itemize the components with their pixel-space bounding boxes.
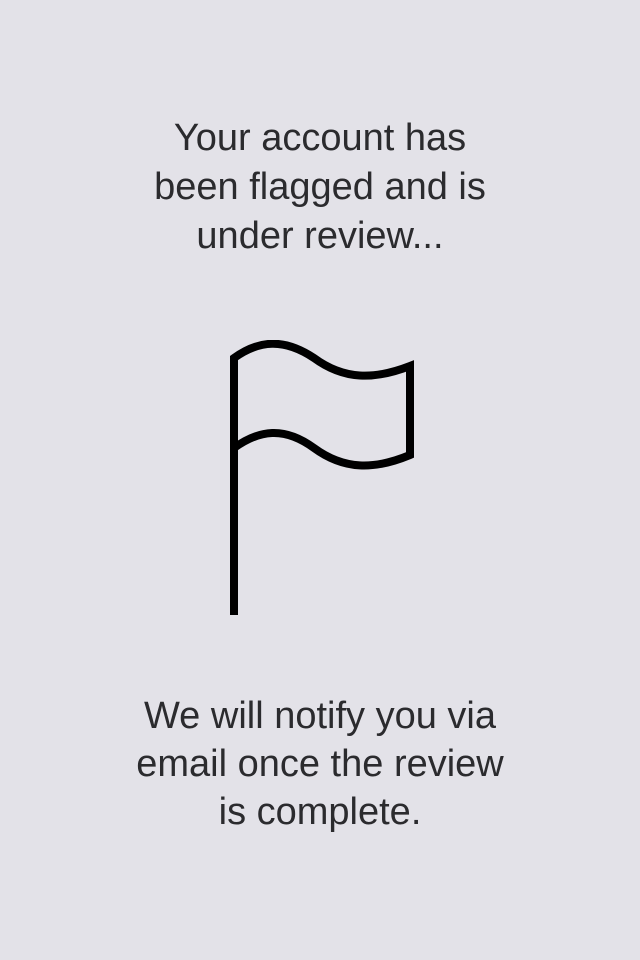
review-heading-line: been flagged and is (154, 166, 486, 208)
notification-message-line: email once the review (136, 743, 504, 785)
review-heading-line: Your account has (173, 117, 467, 159)
notification-message-line: We will notify you via (144, 695, 496, 737)
notification-message: We will notify you via email once the re… (100, 692, 540, 836)
review-heading: Your account has been flagged and is und… (120, 114, 520, 261)
notification-message-line: is complete. (218, 791, 422, 833)
review-heading-line: under review... (196, 215, 444, 257)
flag-icon (230, 340, 414, 615)
account-review-screen: Your account has been flagged and is und… (0, 0, 640, 960)
